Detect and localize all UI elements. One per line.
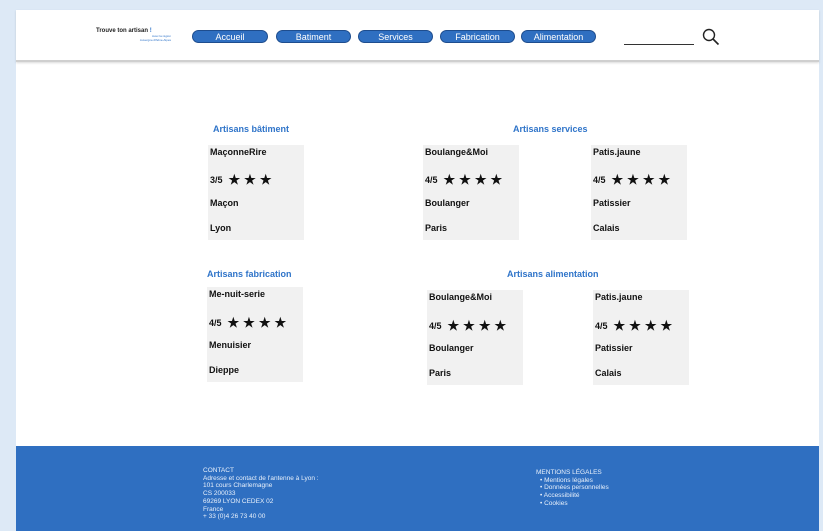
rating-value: 4/5 [595, 321, 608, 331]
artisan-name: Patis.jaune [595, 292, 643, 302]
artisan-city: Calais [593, 223, 620, 233]
logo-subtitle-2: Auvergne-Rhône-Alpes [139, 38, 171, 42]
footer-link-donnees[interactable]: Données personnelles [540, 484, 609, 492]
artisan-city: Calais [595, 368, 622, 378]
artisan-name: Me-nuit-serie [209, 289, 266, 299]
artisan-city: Paris [425, 223, 448, 233]
nav-batiment[interactable]: Batiment [276, 30, 351, 43]
footer-contact-line: 101 cours Charlemagne [203, 482, 273, 490]
artisan-card[interactable]: Boulange&Moi 4/5 ★★★★ Boulanger Paris [427, 290, 523, 385]
artisan-rating: 4/5 ★★★★ [595, 317, 676, 333]
rating-value: 4/5 [425, 175, 438, 185]
artisan-card[interactable]: Patis.jaune 4/5 ★★★★ Patissier Calais [591, 145, 687, 240]
footer-contact-title: CONTACT [203, 467, 234, 474]
star-icon: ★★★★ [443, 172, 507, 187]
nav-alimentation[interactable]: Alimentation [521, 30, 596, 43]
footer-contact: CONTACT Adresse et contact de l'antenne … [203, 467, 319, 521]
artisan-card[interactable]: Boulange&Moi 4/5 ★★★★ Boulanger Paris [423, 145, 519, 240]
section-title-fabrication: Artisans fabrication [207, 269, 292, 279]
site-footer: CONTACT Adresse et contact de l'antenne … [16, 446, 819, 531]
footer-contact-phone[interactable]: + 33 (0)4 26 73 40 00 [203, 513, 319, 521]
artisan-city: Lyon [210, 223, 232, 233]
artisan-card[interactable]: Patis.jaune 4/5 ★★★★ Patissier Calais [593, 290, 689, 385]
footer-link-mentions[interactable]: Mentions légales [540, 477, 609, 485]
artisan-job: Menuisier [209, 340, 252, 350]
rating-value: 4/5 [209, 318, 222, 328]
site-header: Trouve ton artisan ! Avec la région Auve… [16, 10, 819, 62]
artisan-rating: 4/5 ★★★★ [209, 314, 290, 330]
star-icon: ★★★★ [613, 318, 677, 333]
artisan-name: Boulange&Moi [425, 147, 488, 157]
page: Trouve ton artisan ! Avec la région Auve… [16, 10, 819, 531]
section-title-alimentation: Artisans alimentation [507, 269, 599, 279]
footer-contact-line: France [203, 505, 224, 513]
rating-value: 3/5 [210, 175, 223, 185]
footer-contact-line: CS 200033 [203, 490, 236, 498]
artisan-job: Maçon [210, 198, 239, 208]
artisan-card[interactable]: MaçonneRire 3/5 ★★★ Maçon Lyon [208, 145, 304, 240]
footer-link-cookies[interactable]: Cookies [540, 500, 609, 508]
footer-contact-line: Adresse et contact de l'antenne à Lyon : [203, 474, 319, 482]
artisan-name: MaçonneRire [210, 147, 267, 157]
section-title-batiment: Artisans bâtiment [213, 124, 290, 134]
artisan-job: Patissier [593, 198, 631, 208]
star-icon: ★★★ [228, 172, 276, 187]
star-icon: ★★★★ [227, 315, 291, 330]
section-title-services: Artisans services [513, 124, 588, 134]
artisan-job: Boulanger [425, 198, 470, 208]
rating-value: 4/5 [429, 321, 442, 331]
artisan-rating: 4/5 ★★★★ [425, 171, 506, 187]
star-icon: ★★★★ [447, 318, 511, 333]
site-logo[interactable]: Trouve ton artisan ! Avec la région Auve… [96, 28, 171, 42]
artisan-rating: 3/5 ★★★ [210, 171, 275, 187]
artisan-rating: 4/5 ★★★★ [593, 171, 674, 187]
footer-legal-list: Mentions légales Données personnelles Ac… [536, 477, 609, 508]
nav-services[interactable]: Services [358, 30, 433, 43]
nav-accueil[interactable]: Accueil [192, 30, 268, 43]
footer-legal: MENTIONS LÉGALES Mentions légales Donnée… [536, 469, 609, 508]
artisan-city: Dieppe [209, 365, 240, 375]
artisan-name: Patis.jaune [593, 147, 641, 157]
artisan-card[interactable]: Me-nuit-serie 4/5 ★★★★ Menuisier Dieppe [207, 287, 303, 382]
artisan-name: Boulange&Moi [429, 292, 492, 302]
artisan-job: Patissier [595, 343, 633, 353]
logo-title-text: Trouve ton artisan [96, 28, 149, 34]
artisan-job: Boulanger [429, 343, 474, 353]
search-icon[interactable] [702, 28, 720, 46]
artisan-city: Paris [429, 368, 452, 378]
artisan-rating: 4/5 ★★★★ [429, 317, 510, 333]
search-input[interactable] [624, 44, 694, 45]
nav-fabrication[interactable]: Fabrication [440, 30, 515, 43]
footer-contact-line: 69269 LYON CEDEX 02 [203, 497, 274, 505]
footer-legal-title: MENTIONS LÉGALES [536, 469, 602, 476]
rating-value: 4/5 [593, 175, 606, 185]
footer-link-accessibilite[interactable]: Accessibilité [540, 492, 609, 500]
star-icon: ★★★★ [611, 172, 675, 187]
